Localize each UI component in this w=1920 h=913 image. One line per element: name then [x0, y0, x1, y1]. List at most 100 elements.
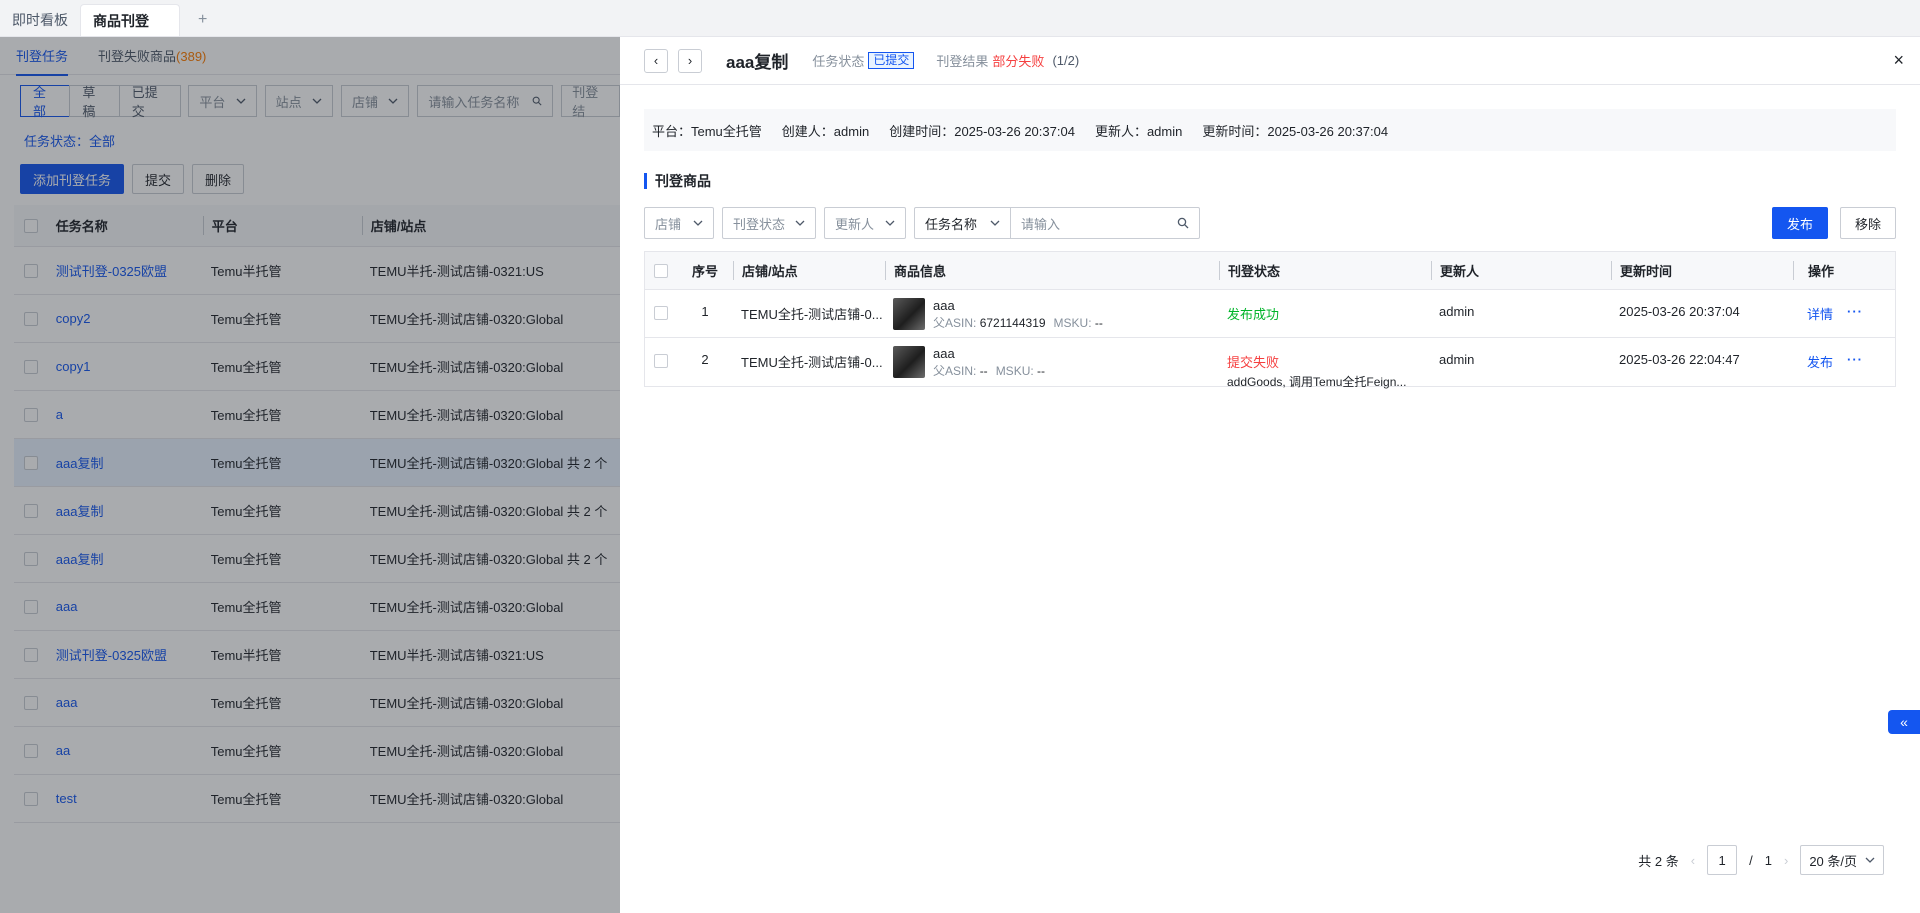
task-info-bar: 平台：Temu全托管 创建人：admin 创建时间：2025-03-26 20:…: [644, 109, 1896, 151]
product-name: aaa: [933, 298, 955, 313]
info-updater: 更新人：admin: [1094, 123, 1183, 139]
page-separator: /: [1749, 852, 1753, 868]
listing-status-label: 刊登状态: [733, 216, 786, 232]
prev-record-button[interactable]: ‹: [644, 48, 668, 73]
msku-value: --: [1037, 364, 1046, 378]
product-name: aaa: [933, 346, 955, 361]
tab-product-listing[interactable]: 商品刊登: [80, 4, 180, 36]
column-product-info: 商品信息: [885, 261, 1219, 280]
double-chevron-left-icon: «: [1900, 714, 1908, 730]
chevron-down-icon: [795, 220, 805, 226]
shop-cell: TEMU全托-测试店铺-0...: [741, 307, 883, 322]
column-updater: 更新人: [1431, 261, 1611, 280]
task-detail-drawer: ‹ › aaa复制 任务状态 已提交 刊登结果 部分失败 (1/2) × 平台：…: [620, 37, 1920, 913]
field-search-combo: 任务名称 请输入: [914, 207, 1200, 239]
msku-value: --: [1094, 316, 1103, 330]
table-row[interactable]: 1 TEMU全托-测试店铺-0... aaa 父ASIN: 6721144319…: [645, 290, 1895, 338]
search-input[interactable]: 请输入: [1011, 208, 1199, 238]
product-table: 序号 店铺/站点 商品信息 刊登状态 更新人 更新时间 操作 1 TEMU全托-…: [644, 251, 1896, 389]
top-tab-bar: 即时看板 商品刊登 +: [0, 0, 1920, 37]
search-field-label: 任务名称: [925, 216, 978, 232]
updater-select[interactable]: 更新人: [824, 207, 906, 239]
actions-cell: 详情 ···: [1793, 298, 1895, 323]
shop-filter-select[interactable]: 店铺: [644, 207, 714, 239]
drawer-header: ‹ › aaa复制 任务状态 已提交 刊登结果 部分失败 (1/2) ×: [620, 37, 1920, 85]
actions-cell: 发布 ···: [1793, 346, 1895, 371]
close-icon[interactable]: ×: [1893, 50, 1904, 71]
product-asin-line: 父ASIN: -- MSKU: --: [933, 362, 1053, 380]
product-thumbnail[interactable]: [893, 298, 925, 330]
info-creator: 创建人：admin: [781, 123, 870, 139]
column-listing-status: 刊登状态: [1219, 261, 1431, 280]
prev-page-icon[interactable]: ‹: [1691, 853, 1695, 868]
status-failed-text: 提交失败: [1227, 355, 1280, 370]
next-record-button[interactable]: ›: [678, 48, 702, 73]
product-thumbnail[interactable]: [893, 346, 925, 378]
collapse-panel-button[interactable]: «: [1888, 710, 1920, 734]
more-actions-icon[interactable]: ···: [1847, 304, 1863, 323]
search-field-select[interactable]: 任务名称: [915, 208, 1011, 238]
chevron-right-icon: ›: [687, 53, 693, 68]
chevron-down-icon: [990, 220, 1000, 226]
column-actions: 操作: [1793, 261, 1895, 280]
listing-result-label: 刊登结果: [936, 54, 989, 69]
updater-select-label: 更新人: [835, 216, 875, 232]
product-table-header: 序号 店铺/站点 商品信息 刊登状态 更新人 更新时间 操作: [645, 252, 1895, 290]
publish-button[interactable]: 发布: [1771, 207, 1828, 239]
chevron-left-icon: ‹: [653, 53, 659, 68]
msku-label: MSKU:: [1053, 316, 1092, 330]
info-updated-at: 更新时间：2025-03-26 20:37:04: [1202, 123, 1389, 139]
shop-filter-label: 店铺: [655, 216, 682, 232]
total-pages: 1: [1764, 852, 1772, 868]
more-actions-icon[interactable]: ···: [1847, 352, 1863, 371]
task-status-label: 任务状态: [812, 54, 865, 69]
chevron-down-icon: [885, 220, 895, 226]
column-updated-at: 更新时间: [1611, 261, 1793, 280]
asin-label: 父ASIN:: [933, 364, 977, 378]
table-row[interactable]: 2 TEMU全托-测试店铺-0... aaa 父ASIN: -- MSKU: --…: [645, 338, 1895, 389]
search-input-placeholder: 请输入: [1021, 216, 1061, 232]
updater-cell: admin: [1439, 304, 1475, 319]
section-title-listing-products: 刊登商品: [644, 173, 711, 189]
row-checkbox[interactable]: [654, 306, 668, 320]
select-all-checkbox[interactable]: [654, 263, 668, 278]
updated-at-cell: 2025-03-26 20:37:04: [1619, 304, 1740, 319]
info-platform: 平台：Temu全托管: [652, 123, 762, 139]
total-count: 共 2 条: [1638, 853, 1679, 869]
updated-at-cell: 2025-03-26 22:04:47: [1619, 352, 1740, 367]
listing-status-select[interactable]: 刊登状态: [722, 207, 816, 239]
page-number-input[interactable]: 1: [1707, 845, 1738, 875]
row-index: 1: [701, 304, 709, 319]
drawer-actions: 发布 移除: [1771, 207, 1896, 239]
add-tab-button[interactable]: +: [180, 4, 225, 36]
status-success-text: 发布成功: [1227, 307, 1280, 322]
column-index: 序号: [691, 264, 718, 279]
product-info-cell: aaa 父ASIN: 6721144319 MSKU: --: [885, 298, 1219, 332]
tab-dashboard[interactable]: 即时看板: [0, 4, 80, 36]
product-info: aaa 父ASIN: 6721144319 MSKU: --: [933, 298, 1111, 332]
product-asin-line: 父ASIN: 6721144319 MSKU: --: [933, 314, 1111, 332]
row-index: 2: [701, 352, 709, 367]
detail-link[interactable]: 详情: [1807, 304, 1833, 323]
listing-result-value: 部分失败: [992, 54, 1045, 69]
remove-button[interactable]: 移除: [1839, 207, 1896, 239]
chevron-down-icon: [1865, 857, 1875, 863]
chevron-down-icon: [693, 220, 703, 226]
listing-status-cell: 发布成功: [1219, 298, 1431, 323]
publish-link[interactable]: 发布: [1807, 352, 1833, 371]
product-info-cell: aaa 父ASIN: -- MSKU: --: [885, 346, 1219, 380]
shop-cell: TEMU全托-测试店铺-0...: [741, 355, 883, 370]
asin-value: --: [979, 364, 988, 378]
product-filter-row: 店铺 刊登状态 更新人 任务名称 请输入: [644, 207, 1200, 239]
search-icon[interactable]: [1177, 217, 1189, 229]
updater-cell: admin: [1439, 352, 1475, 367]
asin-label: 父ASIN:: [933, 316, 977, 330]
row-checkbox[interactable]: [654, 354, 668, 368]
drawer-title: aaa复制: [726, 53, 789, 72]
page-size-label: 20 条/页: [1809, 853, 1857, 869]
page-size-select[interactable]: 20 条/页: [1800, 845, 1884, 875]
msku-label: MSKU:: [995, 364, 1034, 378]
drawer-overlay-mask[interactable]: [0, 37, 620, 913]
next-page-icon[interactable]: ›: [1784, 853, 1788, 868]
task-status-badge: 已提交: [868, 52, 915, 69]
